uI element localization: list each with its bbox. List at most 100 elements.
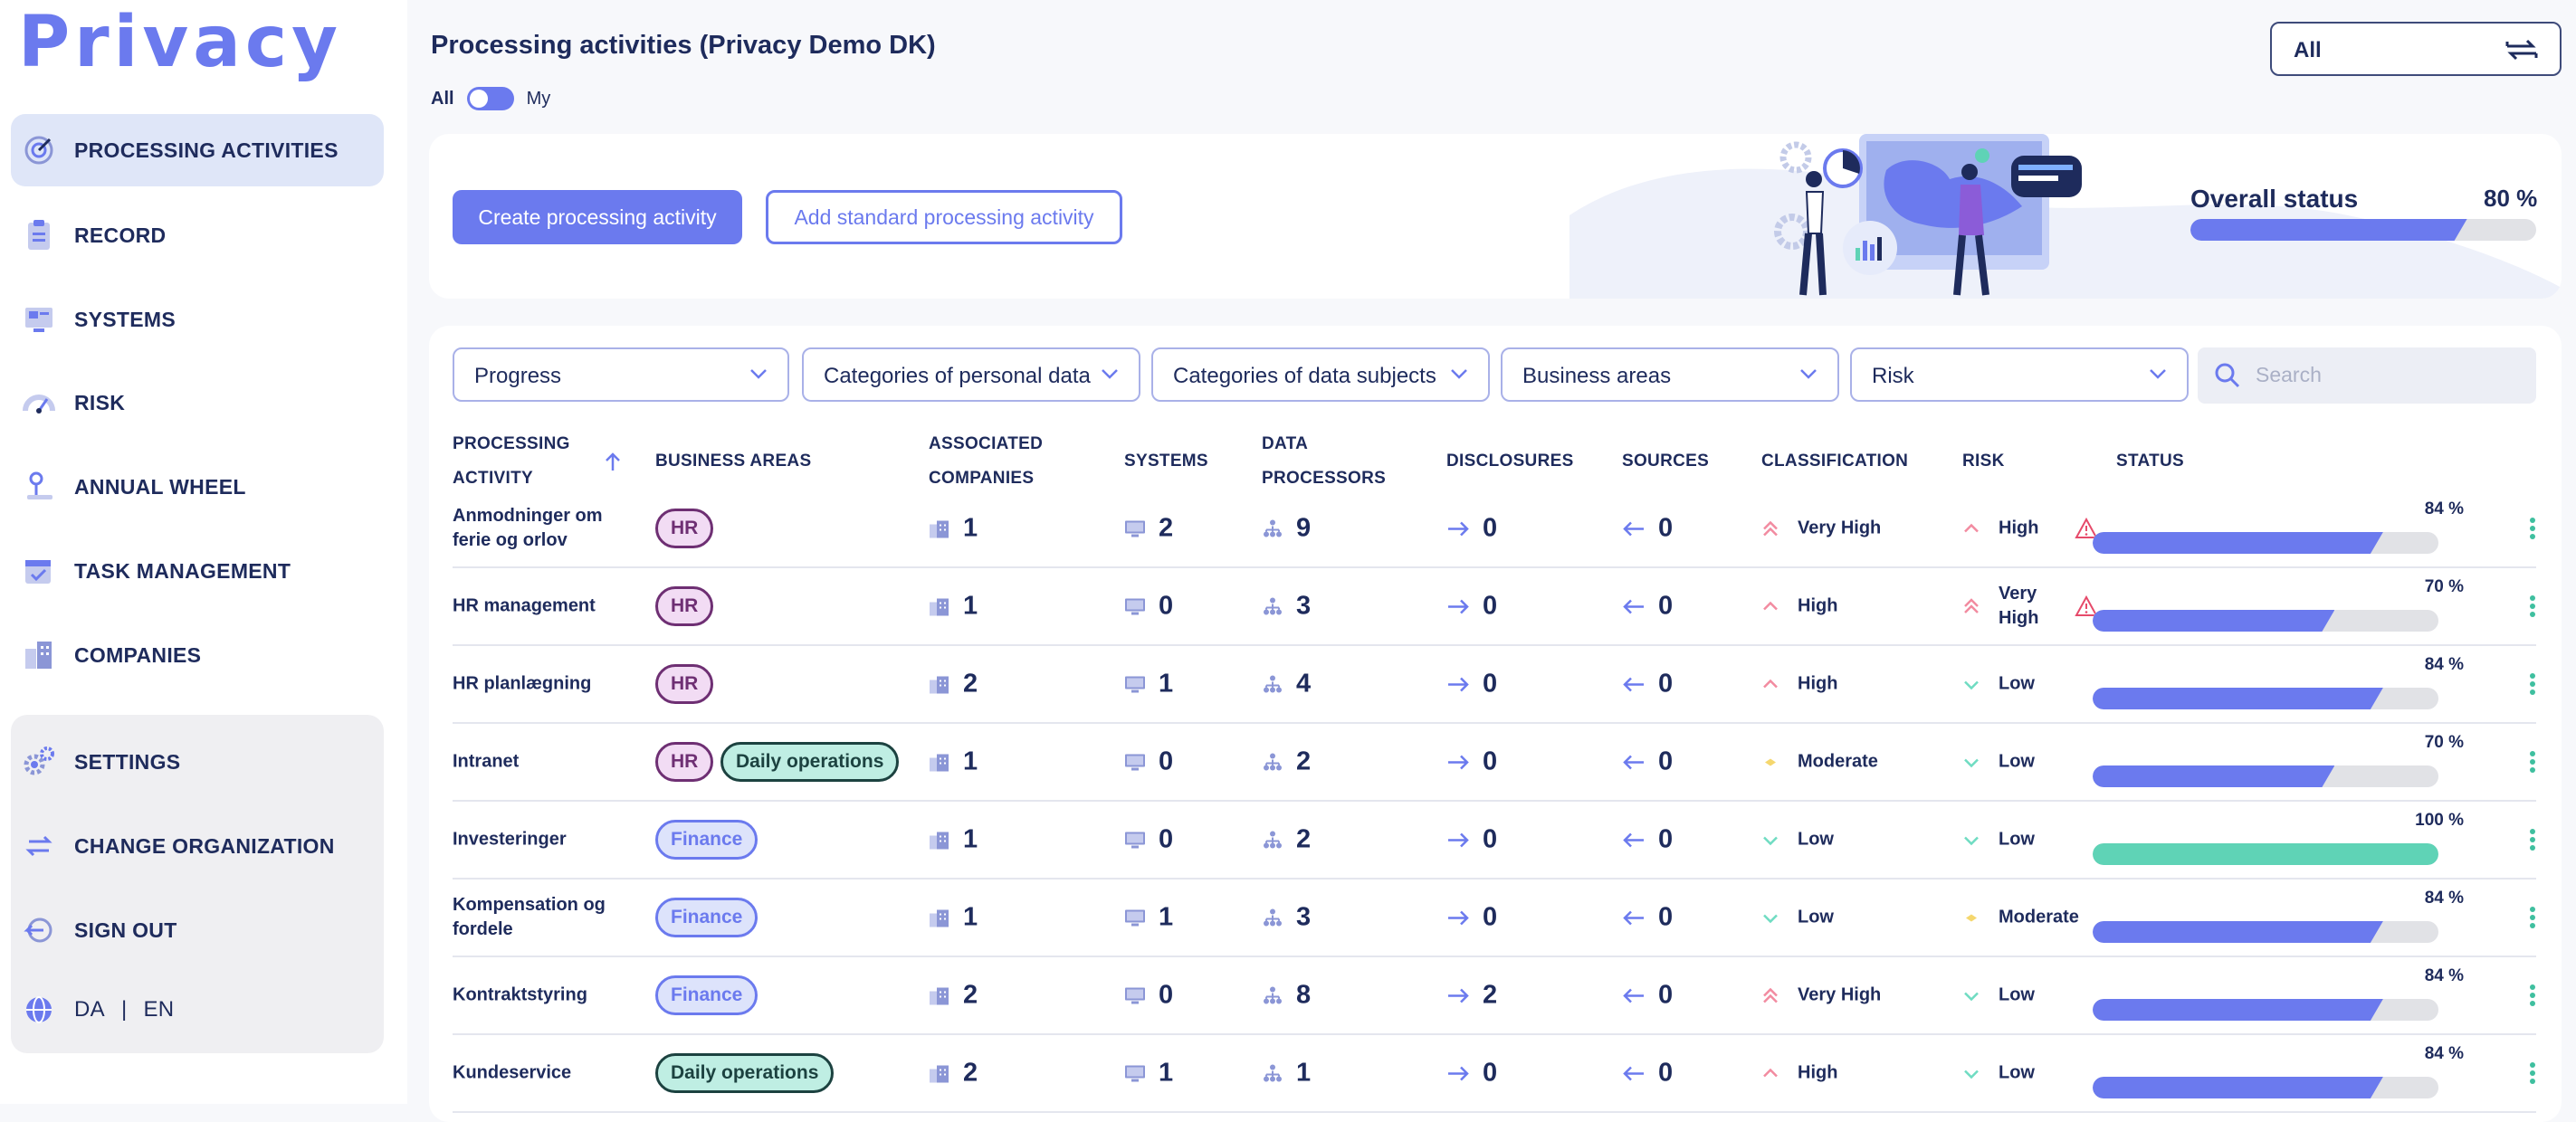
table-row[interactable]: Kundeservice Daily operations 2 1 1 0 0 High Low… [453, 1035, 2536, 1113]
associated-companies-count: 1 [929, 747, 978, 777]
column-header-data-processors[interactable]: DATA PROCESSORS [1262, 427, 1386, 496]
processing-activity-name[interactable]: Intranet [453, 750, 634, 775]
sidebar-item-sign-out[interactable]: SIGN OUT [11, 894, 384, 966]
sidebar-item-task-management[interactable]: TASK MANAGEMENT [11, 535, 384, 607]
sources-count: 0 [1622, 514, 1673, 544]
moderate-dash-icon [1966, 914, 1977, 921]
table-row[interactable]: Investeringer Finance 1 0 2 0 0 Low Low 100 % [453, 802, 2536, 880]
column-header-risk[interactable]: RISK [1962, 444, 2005, 479]
disclosures-count: 0 [1446, 514, 1497, 544]
processing-activity-name[interactable]: Kontraktstyring [453, 984, 634, 1008]
column-header-sources[interactable]: SOURCES [1622, 444, 1709, 479]
search-input[interactable] [2256, 360, 2518, 389]
more-options-icon[interactable] [2529, 906, 2536, 929]
more-options-icon[interactable] [2529, 750, 2536, 774]
sidebar-item-systems[interactable]: SYSTEMS [11, 283, 384, 356]
business-area-tag: HR [655, 664, 714, 704]
chevron-down-icon [1964, 1070, 1979, 1079]
processing-activity-name[interactable]: HR management [453, 594, 634, 619]
classification-level: High [1761, 672, 1837, 697]
double-chevron-up-icon [1964, 598, 1979, 613]
sidebar-item-settings[interactable]: SETTINGS [11, 726, 384, 798]
arrow-right-icon [1448, 599, 1469, 613]
business-area-tag: Finance [655, 820, 758, 860]
language-switcher: DA | EN [11, 974, 384, 1046]
search-box[interactable] [2198, 347, 2536, 404]
more-options-icon[interactable] [2529, 594, 2536, 618]
chevron-down-icon [1763, 836, 1778, 845]
chevron-up-icon [1763, 1068, 1778, 1077]
categories-data-subjects-filter-label: Categories of data subjects [1173, 364, 1436, 388]
table-row[interactable]: Kontraktstyring Finance 2 0 8 2 0 Very High Low 8… [453, 957, 2536, 1035]
processing-activity-name[interactable]: Investeringer [453, 828, 634, 852]
progress-filter[interactable]: Progress [453, 347, 789, 402]
processing-activity-name[interactable]: Anmodninger om ferie og orlov [453, 504, 634, 553]
arrow-left-icon [1623, 832, 1644, 847]
column-header-classification[interactable]: CLASSIFICATION [1761, 444, 1908, 479]
all-my-toggle[interactable] [466, 87, 514, 110]
add-standard-processing-activity-button[interactable]: Add standard processing activity [766, 190, 1122, 244]
sort-ascending-icon[interactable] [605, 452, 621, 472]
chevron-down-icon [1451, 369, 1467, 379]
column-header-status[interactable]: STATUS [2116, 444, 2184, 479]
chevron-up-icon [1763, 679, 1778, 688]
more-options-icon[interactable] [2529, 517, 2536, 540]
sidebar-item-companies[interactable]: COMPANIES [11, 619, 384, 691]
more-options-icon[interactable] [2529, 672, 2536, 696]
processing-activity-name[interactable]: Kompensation og fordele [453, 893, 634, 942]
status-percent: 84 % [2424, 889, 2464, 908]
sidebar-item-record[interactable]: RECORD [11, 199, 384, 271]
table-row[interactable]: HR planlægning HR 2 1 4 0 0 High Low 84 % [453, 646, 2536, 724]
column-header-disclosures[interactable]: DISCLOSURES [1446, 444, 1574, 479]
moderate-dash-icon [1765, 758, 1776, 765]
systems-count: 0 [1124, 825, 1173, 855]
more-options-icon[interactable] [2529, 1061, 2536, 1085]
building-icon [930, 676, 949, 693]
table-row[interactable]: HR management HR 1 0 3 0 0 High Very High 70 % [453, 568, 2536, 646]
column-header-systems[interactable]: SYSTEMS [1124, 444, 1208, 479]
systems-count: 1 [1124, 670, 1173, 699]
arrow-right-icon [1448, 1066, 1469, 1080]
column-header-processing-activity[interactable]: PROCESSING ACTIVITY [453, 427, 570, 496]
column-header-associated-companies[interactable]: ASSOCIATED COMPANIES [929, 427, 1043, 496]
risk-level: Low [1962, 984, 2047, 1008]
sidebar-item-risk[interactable]: RISK [11, 366, 384, 439]
sources-count: 0 [1622, 747, 1673, 777]
categories-data-subjects-filter[interactable]: Categories of data subjects [1151, 347, 1490, 402]
more-options-icon[interactable] [2529, 984, 2536, 1007]
risk-level: Very High [1962, 582, 2047, 631]
chevron-down-icon [1102, 369, 1118, 379]
sidebar-item-processing-activities[interactable]: PROCESSING ACTIVITIES [11, 114, 384, 186]
chevron-down-icon [2150, 369, 2166, 379]
table-row[interactable]: Intranet HR Daily operations 1 0 2 0 0 Moderate L… [453, 724, 2536, 802]
processing-activity-name[interactable]: Kundeservice [453, 1061, 634, 1086]
status-progress-bar [2093, 532, 2438, 554]
column-header-business-areas[interactable]: BUSINESS AREAS [655, 444, 811, 479]
business-area-tag: Finance [655, 975, 758, 1015]
status-progress-fill [2093, 1077, 2383, 1098]
table-row[interactable]: Kompensation og fordele Finance 1 1 3 0 0 Low Mo… [453, 880, 2536, 957]
arrow-left-icon [1623, 599, 1644, 613]
systems-count: 1 [1124, 903, 1173, 933]
sidebar-item-change-organization[interactable]: CHANGE ORGANIZATION [11, 810, 384, 882]
risk-filter[interactable]: Risk [1850, 347, 2189, 402]
categories-personal-data-filter[interactable]: Categories of personal data [802, 347, 1140, 402]
monitor-icon [1125, 1065, 1145, 1081]
language-en[interactable]: EN [144, 997, 175, 1022]
organization-select[interactable]: All [2270, 22, 2562, 76]
more-options-icon[interactable] [2529, 828, 2536, 851]
table-row[interactable]: Anmodninger om ferie og orlov HR 1 2 9 0 0 Very… [453, 490, 2536, 568]
classification-level: High [1761, 1061, 1837, 1086]
toggle-label-my: My [526, 88, 551, 109]
refresh-icon[interactable] [2504, 36, 2540, 63]
language-da[interactable]: DA [74, 997, 105, 1022]
sidebar-item-annual-wheel[interactable]: ANNUAL WHEEL [11, 451, 384, 523]
business-area-tag: Daily operations [655, 1053, 835, 1093]
business-areas-filter[interactable]: Business areas [1501, 347, 1839, 402]
status-percent: 84 % [2424, 966, 2464, 985]
business-areas-filter-label: Business areas [1522, 364, 1672, 388]
globe-icon [26, 996, 52, 1023]
disclosures-count: 0 [1446, 747, 1497, 777]
create-processing-activity-button[interactable]: Create processing activity [453, 190, 742, 244]
processing-activity-name[interactable]: HR planlægning [453, 672, 634, 697]
